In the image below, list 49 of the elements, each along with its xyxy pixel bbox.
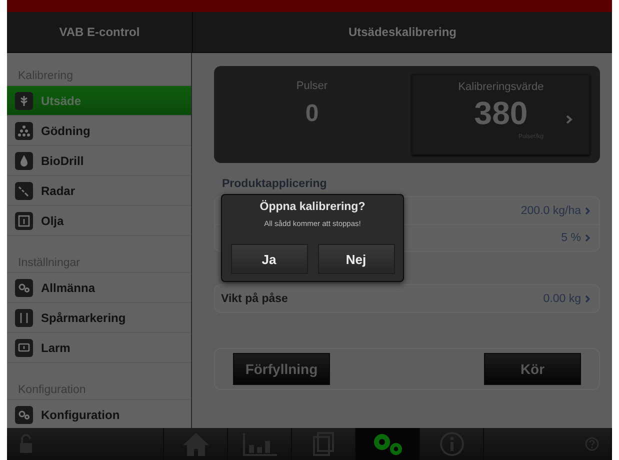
readout-value: 0 [305,100,319,128]
gears-icon [15,406,33,424]
chevron-icon [585,206,591,214]
sidebar-item[interactable]: Radar [7,175,191,205]
readout-label: Pulser [296,80,328,92]
seed-icon [15,92,33,110]
sidebar-item[interactable]: Larm [7,332,191,362]
setting-value[interactable]: 5 % [561,232,591,244]
setting-label: Vikt på påse [221,292,288,304]
action-button[interactable]: Förfyllning [233,353,330,385]
help-icon [585,437,599,451]
app-title: VAB E-control [7,12,193,52]
sidebar-item-label: Radar [41,184,76,198]
setting-value[interactable]: 200.0 kg/ha [520,204,591,216]
sidebar-item[interactable]: BioDrill [7,145,191,175]
sidebar-item[interactable]: Utsäde [7,85,191,115]
sidebar-item[interactable]: Allmänna [7,272,191,302]
documents-icon [312,432,334,456]
unlocked-padlock-icon [19,434,33,454]
bar-chart-icon [242,432,276,456]
chevron-icon [585,234,591,242]
sidebar-item-label: Olja [41,214,64,228]
dialog-button[interactable]: Nej [318,244,394,274]
setting-value[interactable]: 0.00 kg [543,292,591,304]
sidebar-item[interactable]: Olja [7,205,191,235]
sidebar-item-label: Konfiguration [41,408,120,422]
sidebar-item[interactable]: Gödning [7,115,191,145]
dots-icon [15,122,33,140]
readout-label: Kalibreringsvärde [458,81,544,93]
dialog-title: Öppna kalibrering? [260,201,366,213]
action-button[interactable]: Kör [484,353,581,385]
chevron-icon [566,115,573,124]
gears-icon [15,278,33,296]
sidebar-item[interactable]: Spårmarkering [7,302,191,332]
sidebar-item-label: Utsäde [41,94,82,108]
info-icon [438,431,464,457]
sidebar-item-label: Allmänna [41,280,96,294]
drop-icon [15,152,33,170]
readout-value: 380 [474,95,528,132]
section-title: Produktapplicering [222,178,328,190]
sidebar-item-label: Spårmarkering [41,310,126,324]
sidebar-item-label: Larm [41,340,70,354]
sidebar-item-label: BioDrill [41,154,84,168]
nav-tab[interactable] [356,428,420,460]
sidebar-item-label: Gödning [41,124,90,138]
home-icon [182,432,210,456]
page-title: Utsädeskalibrering [347,24,458,41]
dialog-button[interactable]: Ja [230,244,308,274]
chevron-icon [585,294,591,302]
